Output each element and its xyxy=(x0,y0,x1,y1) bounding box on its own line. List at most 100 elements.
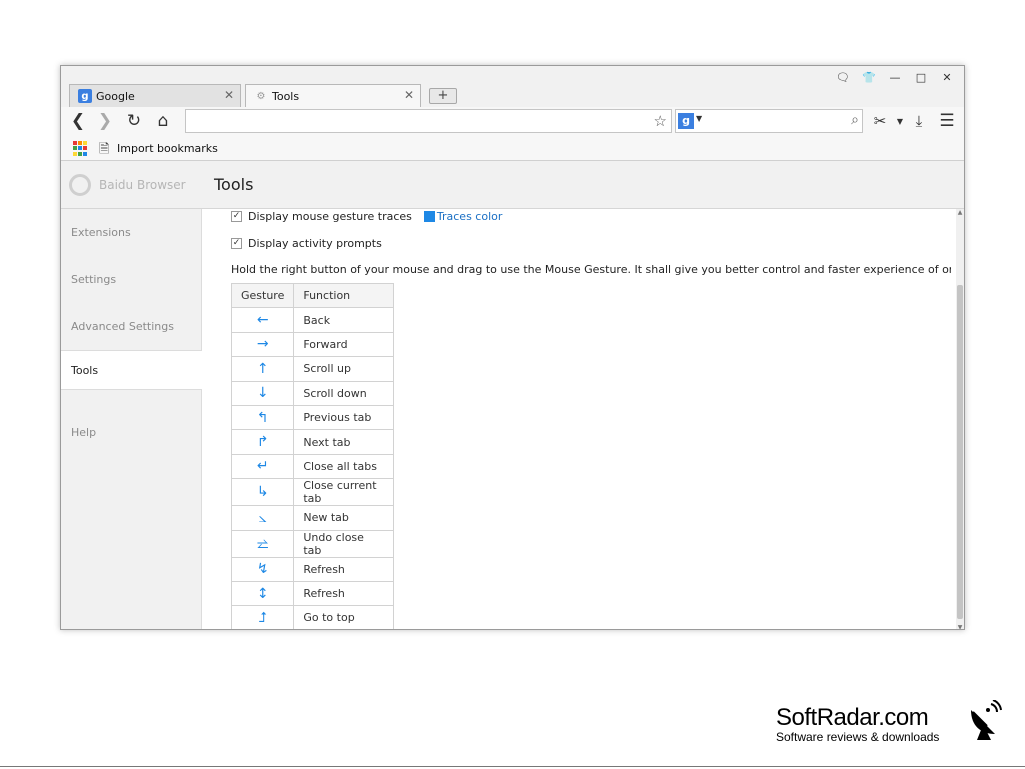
import-document-icon[interactable]: 🗎 xyxy=(99,140,109,162)
gesture-function: Next tab xyxy=(293,429,395,455)
gesture-function: Refresh xyxy=(293,580,395,607)
gesture-function: Scroll down xyxy=(293,380,395,406)
gesture-glyph-icon: ↕ xyxy=(231,580,295,607)
gesture-function: Go to top xyxy=(293,605,395,629)
engine-dropdown-icon[interactable]: ▼ xyxy=(696,114,702,123)
bookmark-star-icon[interactable]: ☆ xyxy=(654,112,667,130)
search-icon[interactable]: ⌕ xyxy=(851,112,859,128)
tab-tools[interactable]: ⚙ Tools ✕ xyxy=(245,84,421,107)
reload-button[interactable]: ↻ xyxy=(123,110,145,132)
brand-name: Baidu Browser xyxy=(99,178,186,192)
table-row: ↵ Close all tabs xyxy=(231,453,395,480)
watermark-title: SoftRadar.com xyxy=(776,704,929,731)
back-arrow-icon: ❮ xyxy=(70,111,86,131)
apps-grid-icon[interactable] xyxy=(73,141,88,156)
gesture-table: Gesture Function ← Back → Forward ↑ Scroll … xyxy=(231,282,395,629)
search-box[interactable]: g ▼ ⌕ xyxy=(675,109,863,133)
import-bookmarks-link[interactable]: Import bookmarks xyxy=(117,142,218,155)
tab-strip: g Google ✕ ⚙ Tools ✕ + xyxy=(61,84,964,107)
option-prompts: ✓ Display activity prompts xyxy=(231,237,382,250)
traces-checkbox[interactable]: ✓ xyxy=(231,211,242,222)
browser-window: 🗨 👕 — □ ✕ g Google ✕ ⚙ Tools ✕ + ❮ ❯ ↻ ⌂ xyxy=(60,65,965,630)
gesture-glyph-icon: ↵ xyxy=(231,453,295,480)
tab-close-icon[interactable]: ✕ xyxy=(404,88,414,102)
sidebar-item-settings[interactable]: Settings xyxy=(61,256,201,303)
gesture-glyph-icon: ↰ xyxy=(231,404,295,431)
download-button[interactable]: ⤓ xyxy=(908,110,930,132)
gesture-function: Previous tab xyxy=(293,404,395,431)
sidebar-item-tools[interactable]: Tools xyxy=(61,350,202,390)
google-g-icon: g xyxy=(78,89,92,103)
prompts-label: Display activity prompts xyxy=(248,237,382,250)
table-row: ⮥ Go to top xyxy=(231,605,395,629)
sidebar-item-help[interactable]: Help xyxy=(61,409,201,456)
table-row: ↰ Previous tab xyxy=(231,404,395,431)
reload-icon: ↻ xyxy=(126,111,142,131)
screenshot-button[interactable]: ✂ xyxy=(869,110,891,132)
tab-title: Google xyxy=(96,89,135,103)
tools-panel: ✓ Display mouse gesture traces Traces co… xyxy=(231,209,951,629)
vertical-scrollbar[interactable]: ▲ ▼ xyxy=(956,209,964,629)
table-row: ↓ Scroll down xyxy=(231,380,395,406)
gesture-glyph-icon: ↯ xyxy=(231,556,295,582)
tab-close-icon[interactable]: ✕ xyxy=(224,88,234,102)
gesture-description: Hold the right button of your mouse and … xyxy=(231,263,951,276)
forward-arrow-icon: ❯ xyxy=(97,111,113,131)
home-button[interactable]: ⌂ xyxy=(152,110,174,132)
traces-color-link[interactable]: Traces color xyxy=(437,210,503,223)
traces-color-swatch[interactable] xyxy=(423,211,435,222)
gesture-function: New tab xyxy=(293,505,395,531)
table-row: ↱ Next tab xyxy=(231,429,395,455)
scrollbar-thumb[interactable] xyxy=(957,285,963,619)
table-row: ⦣ New tab xyxy=(231,505,395,531)
menu-icon: ☰ xyxy=(939,111,955,131)
table-header: Gesture Function xyxy=(231,282,395,309)
prompts-checkbox[interactable]: ✓ xyxy=(231,238,242,249)
table-row: ↳ Close current tab xyxy=(231,478,395,507)
search-engine-icon[interactable]: g xyxy=(678,113,694,129)
scroll-up-arrow-icon[interactable]: ▲ xyxy=(956,209,964,216)
forward-button[interactable]: ❯ xyxy=(94,110,116,132)
gesture-function: Refresh xyxy=(293,556,395,582)
new-tab-button[interactable]: + xyxy=(429,88,457,104)
back-button[interactable]: ❮ xyxy=(67,110,89,132)
gesture-glyph-icon: ⦣ xyxy=(231,505,295,531)
menu-button[interactable]: ☰ xyxy=(936,110,958,132)
baidu-logo-icon xyxy=(69,174,91,196)
toolbar: ❮ ❯ ↻ ⌂ ☆ g ▼ ⌕ ✂ ▼ ⤓ ☰ xyxy=(61,107,964,135)
home-icon: ⌂ xyxy=(157,111,169,131)
traces-label: Display mouse gesture traces xyxy=(248,210,412,223)
satellite-dish-icon xyxy=(971,700,1002,740)
gesture-function: Back xyxy=(293,307,395,333)
scroll-down-arrow-icon[interactable]: ▼ xyxy=(956,624,964,629)
chevron-down-icon: ▼ xyxy=(896,116,904,126)
address-bar[interactable]: ☆ xyxy=(185,109,672,133)
gesture-glyph-icon: → xyxy=(231,331,295,358)
table-row: ← Back xyxy=(231,307,395,333)
gesture-function: Close all tabs xyxy=(293,453,395,480)
page-title: Tools xyxy=(214,175,254,194)
sidebar-item-label: Extensions xyxy=(71,226,131,239)
bottom-divider xyxy=(0,766,1025,767)
gesture-glyph-icon: ↓ xyxy=(231,380,295,406)
table-row: ↕ Refresh xyxy=(231,580,395,607)
sidebar-item-label: Advanced Settings xyxy=(71,320,174,333)
tab-google[interactable]: g Google ✕ xyxy=(69,84,241,107)
gear-icon: ⚙ xyxy=(256,90,266,102)
sidebar-item-extensions[interactable]: Extensions xyxy=(61,209,201,256)
col-gesture: Gesture xyxy=(231,282,295,309)
gesture-glyph-icon: ⮥ xyxy=(231,605,295,629)
gesture-glyph-icon: ↑ xyxy=(231,356,295,382)
gesture-glyph-icon: ↳ xyxy=(231,478,295,507)
gesture-glyph-icon: ← xyxy=(231,307,295,333)
sidebar-item-advanced-settings[interactable]: Advanced Settings xyxy=(61,303,201,350)
softradar-watermark: SoftRadar.com Software reviews & downloa… xyxy=(776,700,1002,748)
sidebar-item-label: Tools xyxy=(71,363,99,377)
gesture-function: Undo close tab xyxy=(293,529,395,558)
gesture-function: Scroll up xyxy=(293,356,395,382)
option-traces: ✓ Display mouse gesture traces Traces co… xyxy=(231,210,502,223)
sidebar-item-label: Help xyxy=(71,426,97,439)
scissors-icon: ✂ xyxy=(873,112,887,130)
gesture-glyph-icon: ↱ xyxy=(231,429,295,455)
watermark-subtitle: Software reviews & downloads xyxy=(776,730,940,744)
